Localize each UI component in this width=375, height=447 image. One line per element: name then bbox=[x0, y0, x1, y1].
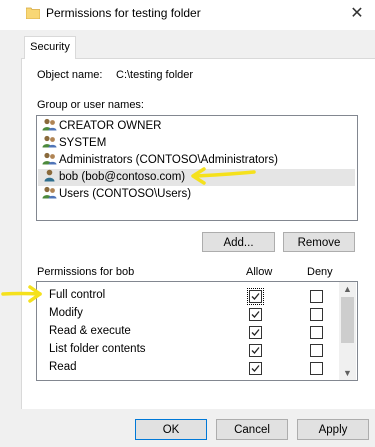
scroll-down-icon[interactable]: ▼ bbox=[339, 366, 356, 380]
allow-checkbox[interactable] bbox=[249, 308, 262, 321]
allow-column-header: Allow bbox=[246, 266, 273, 278]
deny-column-header: Deny bbox=[307, 266, 333, 278]
permission-label: Read & execute bbox=[49, 325, 131, 337]
group-users-icon bbox=[42, 118, 57, 131]
close-icon[interactable]: ✕ bbox=[346, 3, 368, 25]
permission-row-list-folder: List folder contents bbox=[37, 341, 337, 359]
group-item-label: bob (bob@contoso.com) bbox=[59, 171, 186, 183]
annotation-arrow-icon bbox=[1, 285, 42, 303]
group-item-label: Administrators (CONTOSO\Administrators) bbox=[59, 154, 278, 166]
group-names-label: Group or user names: bbox=[37, 99, 144, 111]
object-name-value: C:\testing folder bbox=[116, 69, 194, 81]
permission-label: List folder contents bbox=[49, 343, 146, 355]
group-item-label: CREATOR OWNER bbox=[59, 120, 162, 132]
permissions-list: Full control Modify Read & execute List … bbox=[36, 281, 358, 381]
annotation-arrow-icon bbox=[191, 167, 256, 185]
permission-label: Modify bbox=[49, 307, 83, 319]
group-users-icon bbox=[42, 152, 57, 165]
permission-row-full-control: Full control bbox=[37, 287, 337, 305]
group-users-icon bbox=[42, 186, 57, 199]
dialog-margin bbox=[0, 58, 21, 409]
group-item-users[interactable]: Users (CONTOSO\Users) bbox=[42, 186, 191, 203]
folder-icon bbox=[25, 7, 41, 20]
add-button[interactable]: Add... bbox=[202, 232, 275, 252]
permissions-header: Permissions for bob bbox=[37, 266, 135, 278]
tab-security[interactable]: Security bbox=[24, 36, 76, 59]
group-item-label: Users (CONTOSO\Users) bbox=[59, 188, 192, 200]
single-user-icon bbox=[42, 169, 57, 182]
permission-label: Full control bbox=[49, 289, 106, 301]
permission-row-read: Read bbox=[37, 359, 337, 377]
group-item-system[interactable]: SYSTEM bbox=[42, 135, 106, 152]
object-name-label: Object name: bbox=[37, 69, 103, 81]
cancel-button[interactable]: Cancel bbox=[216, 419, 288, 440]
deny-checkbox[interactable] bbox=[310, 290, 323, 303]
group-item-label: SYSTEM bbox=[59, 137, 107, 149]
permissions-scrollbar[interactable]: ▲ ▼ bbox=[339, 282, 356, 380]
scroll-up-icon[interactable]: ▲ bbox=[339, 282, 356, 296]
deny-checkbox[interactable] bbox=[310, 308, 323, 321]
group-item-creator-owner[interactable]: CREATOR OWNER bbox=[42, 118, 161, 135]
allow-checkbox[interactable] bbox=[247, 288, 264, 305]
permission-row-modify: Modify bbox=[37, 305, 337, 323]
scroll-thumb[interactable] bbox=[341, 297, 354, 343]
allow-checkbox[interactable] bbox=[249, 344, 262, 357]
deny-checkbox[interactable] bbox=[310, 362, 323, 375]
permission-row-read-execute: Read & execute bbox=[37, 323, 337, 341]
deny-checkbox[interactable] bbox=[310, 344, 323, 357]
ok-button[interactable]: OK bbox=[135, 419, 207, 440]
permission-label: Read bbox=[49, 361, 77, 373]
allow-checkbox[interactable] bbox=[249, 362, 262, 375]
allow-checkbox[interactable] bbox=[249, 326, 262, 339]
remove-button[interactable]: Remove bbox=[283, 232, 355, 252]
apply-button[interactable]: Apply bbox=[297, 419, 369, 440]
group-users-icon bbox=[42, 135, 57, 148]
deny-checkbox[interactable] bbox=[310, 326, 323, 339]
window-title: Permissions for testing folder bbox=[46, 6, 201, 20]
